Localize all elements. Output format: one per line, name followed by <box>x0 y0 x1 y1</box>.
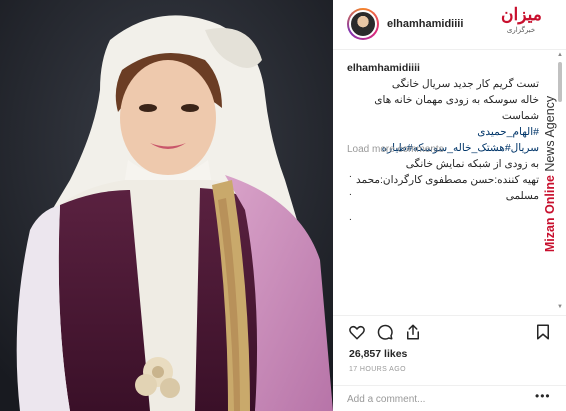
load-more-comments[interactable]: Load more comments <box>347 144 444 155</box>
share-icon[interactable] <box>404 323 422 341</box>
post-photo[interactable] <box>0 0 333 411</box>
comment-icon[interactable] <box>376 323 394 341</box>
watermark-text: Mizan Online News Agency <box>543 96 557 252</box>
comments-scrollbar[interactable]: ▲ ▼ <box>557 52 563 310</box>
agency-logo-sub: خبرگزاری <box>506 27 536 34</box>
scroll-up-icon[interactable]: ▲ <box>557 52 563 58</box>
caption-hashtag[interactable]: #الهام_حمیدی <box>347 124 539 140</box>
comment-dot: . <box>349 169 352 180</box>
comment-bar: ••• <box>333 385 566 411</box>
watermark-brand: Mizan Online <box>543 175 557 253</box>
action-bar <box>333 315 566 347</box>
post-panel: elhamhamidiiii میزان خبرگزاری Mizan Onli… <box>333 0 566 411</box>
post-header: elhamhamidiiii میزان خبرگزاری <box>333 0 566 50</box>
scroll-down-icon[interactable]: ▼ <box>557 304 563 310</box>
more-options-button[interactable]: ••• <box>535 389 551 403</box>
comment-dot: . <box>349 212 352 223</box>
portrait-image <box>0 0 333 411</box>
comment-dot: . <box>349 187 352 198</box>
caption-username[interactable]: elhamhamidiiii <box>347 60 539 76</box>
agency-logo-mark: میزان <box>501 5 542 25</box>
scrollbar-thumb[interactable] <box>558 62 562 102</box>
heart-icon[interactable] <box>348 323 366 341</box>
header-username[interactable]: elhamhamidiiii <box>387 18 463 30</box>
caption-line: خاله سوسکه به زودی مهمان خانه های شماست <box>374 94 539 122</box>
watermark-rest: News Agency <box>543 95 557 176</box>
post-timestamp[interactable]: 17 HOURS AGO <box>349 366 406 373</box>
avatar[interactable] <box>347 8 379 40</box>
caption-line: تهیه کننده:حسن مصطفوی کارگردان:محمد مسلم… <box>356 174 539 202</box>
likes-count[interactable]: 26,857 likes <box>349 348 407 360</box>
avatar-image <box>349 10 377 38</box>
bookmark-icon[interactable] <box>534 323 552 341</box>
post-caption: elhamhamidiiii تست گریم کار جدید سریال خ… <box>347 60 539 204</box>
comment-input[interactable] <box>347 392 517 406</box>
caption-line: تست گریم کار جدید سریال خانگی <box>391 78 539 90</box>
agency-logo: میزان خبرگزاری <box>501 4 542 40</box>
caption-line: به زودی از شبکه نمایش خانگی <box>405 158 539 170</box>
